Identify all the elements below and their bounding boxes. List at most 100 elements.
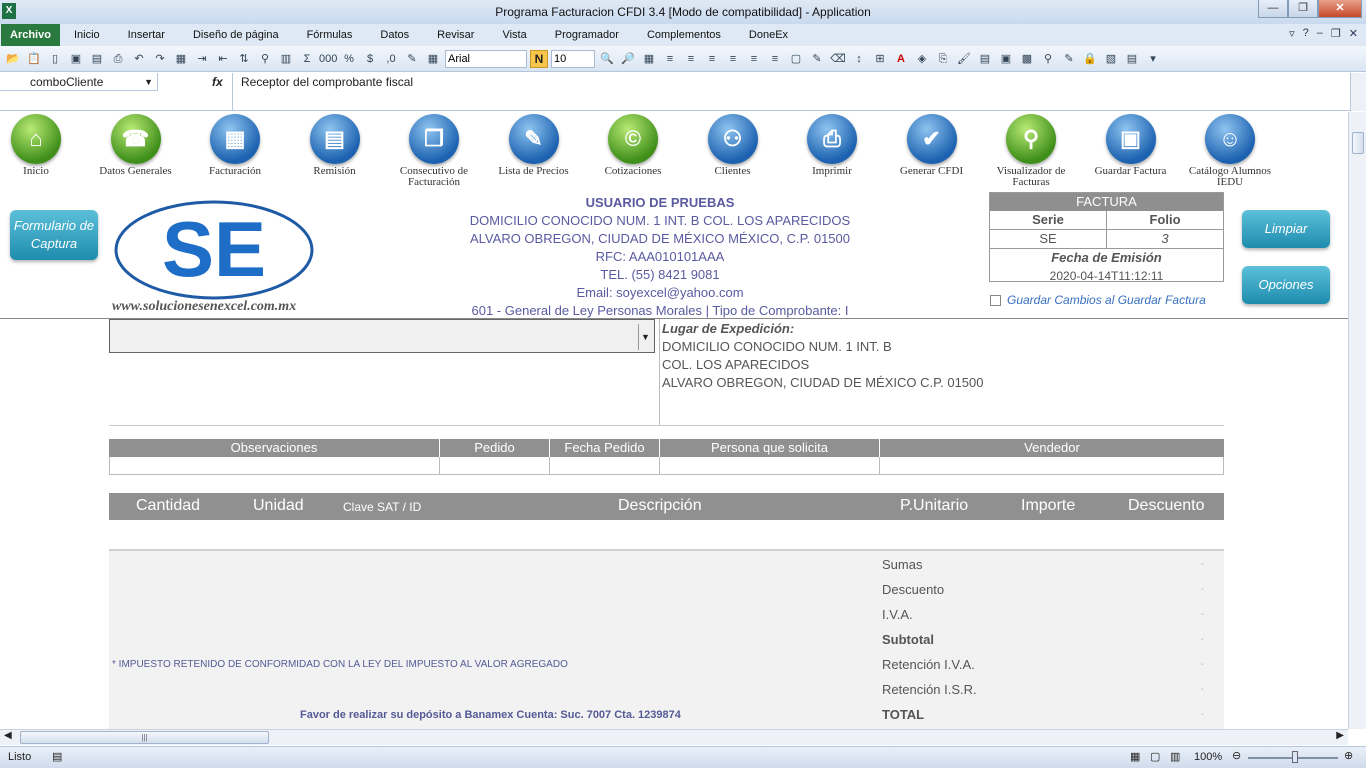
zoom-level[interactable]: 100%	[1194, 751, 1222, 763]
zoom-in-icon[interactable]: ⊕	[1344, 749, 1353, 762]
help-icon[interactable]: ?	[1303, 27, 1309, 40]
more-icon[interactable]: ▾	[1144, 50, 1162, 68]
zoom-slider-knob[interactable]	[1292, 751, 1298, 763]
nav-phone-button[interactable]: ☎ Datos Generales	[86, 112, 186, 177]
nav-document-button[interactable]: ▤ Remisión	[285, 112, 385, 177]
object-icon[interactable]: ▩	[1018, 50, 1036, 68]
vertical-scrollbar[interactable]	[1348, 112, 1366, 729]
name-box[interactable]: comboCliente ▼	[0, 73, 158, 91]
thousands-icon[interactable]: 000	[319, 50, 337, 68]
new-icon[interactable]: ▯	[46, 50, 64, 68]
fecha-emision-value[interactable]: 2020-04-14T11:12:11	[990, 267, 1223, 285]
protect-icon[interactable]: ▧	[1102, 50, 1120, 68]
font-color-icon[interactable]: A	[892, 50, 910, 68]
function-icon[interactable]: fx	[212, 75, 223, 89]
layout-icon[interactable]: ▤	[1123, 50, 1141, 68]
folio-value[interactable]: 3	[1107, 230, 1223, 248]
chart-icon[interactable]: ▥	[277, 50, 295, 68]
nav-calculator-button[interactable]: ▦ Facturación	[185, 112, 285, 177]
zoom-in-icon[interactable]: 🔍	[598, 50, 616, 68]
tab-revisar[interactable]: Revisar	[423, 24, 488, 46]
horizontal-scrollbar[interactable]: ◀ ||| ▶	[0, 729, 1348, 745]
serie-value[interactable]: SE	[990, 230, 1107, 248]
tab-formulas[interactable]: Fórmulas	[293, 24, 367, 46]
align-right-icon[interactable]: ≡	[703, 50, 721, 68]
opciones-button[interactable]: Opciones	[1242, 266, 1330, 304]
page-layout-icon[interactable]: ▢	[1150, 750, 1160, 763]
cliente-combo[interactable]: ▼	[109, 319, 655, 353]
guardar-cambios-checkbox[interactable]: Guardar Cambios al Guardar Factura	[990, 293, 1206, 307]
bold-button[interactable]: N	[530, 49, 548, 68]
nav-price-list-button[interactable]: ✎ Lista de Precios	[484, 112, 584, 177]
design-icon[interactable]: ✎	[1060, 50, 1078, 68]
paste-icon[interactable]: 📋	[25, 50, 43, 68]
copy-icon[interactable]: ⎘	[934, 50, 952, 68]
picture-icon[interactable]: ▣	[997, 50, 1015, 68]
pedido-cell[interactable]	[440, 457, 550, 474]
nav-printer-button[interactable]: ⎙ Imprimir	[782, 112, 882, 177]
brush-icon[interactable]: 🖌	[955, 50, 973, 68]
page-break-icon[interactable]: ▥	[1170, 750, 1180, 763]
tab-programador[interactable]: Programador	[541, 24, 633, 46]
edit-icon[interactable]: ✎	[403, 50, 421, 68]
table-icon[interactable]: ▦	[640, 50, 658, 68]
nav-copyright-button[interactable]: © Cotizaciones	[583, 112, 683, 177]
tab-insertar[interactable]: Insertar	[114, 24, 179, 46]
decimals-icon[interactable]: ,0	[382, 50, 400, 68]
sum-icon[interactable]: Σ	[298, 50, 316, 68]
nav-people-button[interactable]: ⚇ Clientes	[683, 112, 783, 177]
tab-diseno-pagina[interactable]: Diseño de página	[179, 24, 293, 46]
persona-cell[interactable]	[660, 457, 880, 474]
print-icon[interactable]: ⎙	[109, 50, 127, 68]
delete-rows-icon[interactable]: ⇤	[214, 50, 232, 68]
filter-icon[interactable]: ⚲	[256, 50, 274, 68]
align-center-icon[interactable]: ≡	[682, 50, 700, 68]
font-size-select[interactable]: 10	[551, 49, 595, 68]
tab-datos[interactable]: Datos	[366, 24, 423, 46]
macro-icon[interactable]: ▤	[52, 750, 62, 763]
formula-input[interactable]: Receptor del comprobante fiscal	[232, 73, 1348, 111]
nav-documents-button[interactable]: ❐ Consecutivo de Facturación	[384, 112, 484, 188]
chevron-down-icon[interactable]: ▼	[638, 324, 652, 350]
eraser-icon[interactable]: ⌫	[829, 50, 847, 68]
fill-color-icon[interactable]: ◈	[913, 50, 931, 68]
close-button[interactable]: ✕	[1318, 0, 1362, 18]
zoom-out-icon[interactable]: ⊖	[1232, 749, 1241, 762]
row-height-icon[interactable]: ↕	[850, 50, 868, 68]
nav-save-button[interactable]: ▣ Guardar Factura	[1081, 112, 1181, 177]
limpiar-button[interactable]: Limpiar	[1242, 210, 1330, 248]
currency-icon[interactable]: $	[361, 50, 379, 68]
minimize-button[interactable]: —	[1258, 0, 1288, 18]
chevron-up-icon[interactable]: ▿	[1289, 27, 1295, 40]
percent-icon[interactable]: %	[340, 50, 358, 68]
tab-complementos[interactable]: Complementos	[633, 24, 735, 46]
tab-doneex[interactable]: DoneEx	[735, 24, 802, 46]
excel-icon[interactable]: X	[2, 3, 16, 19]
options-icon[interactable]: ▦	[424, 50, 442, 68]
borders-icon[interactable]: ▢	[787, 50, 805, 68]
align-top-icon[interactable]: ≡	[766, 50, 784, 68]
sort-icon[interactable]: ⇅	[235, 50, 253, 68]
close-workbook-icon[interactable]: ✕	[1349, 27, 1358, 40]
nav-smiley-button[interactable]: ☺ Catálogo Alumnos IEDU	[1180, 112, 1280, 188]
tab-vista[interactable]: Vista	[488, 24, 540, 46]
vendedor-cell[interactable]	[880, 457, 1223, 474]
observaciones-cell[interactable]	[110, 457, 440, 474]
search-icon[interactable]: ⚲	[1039, 50, 1057, 68]
chevron-down-icon[interactable]: ▼	[144, 73, 153, 91]
restore-button[interactable]: ❐	[1288, 0, 1318, 18]
redo-icon[interactable]: ↷	[151, 50, 169, 68]
fecha-pedido-cell[interactable]	[550, 457, 660, 474]
formulario-captura-button[interactable]: Formulario de Captura	[10, 210, 98, 260]
tab-inicio[interactable]: Inicio	[60, 24, 114, 46]
open-icon[interactable]: 📂	[4, 50, 22, 68]
tab-archivo[interactable]: Archivo	[1, 24, 60, 46]
restore-workbook-icon[interactable]: ❐	[1331, 27, 1341, 40]
scroll-right-icon[interactable]: ▶	[1336, 730, 1344, 741]
scroll-thumb[interactable]: |||	[20, 731, 269, 744]
scroll-left-icon[interactable]: ◀	[4, 730, 12, 741]
checkbox-icon[interactable]	[990, 295, 1001, 307]
nav-home-button[interactable]: ⌂ Inicio	[0, 112, 86, 177]
font-select[interactable]: Arial	[445, 49, 527, 68]
align-middle-icon[interactable]: ≡	[745, 50, 763, 68]
